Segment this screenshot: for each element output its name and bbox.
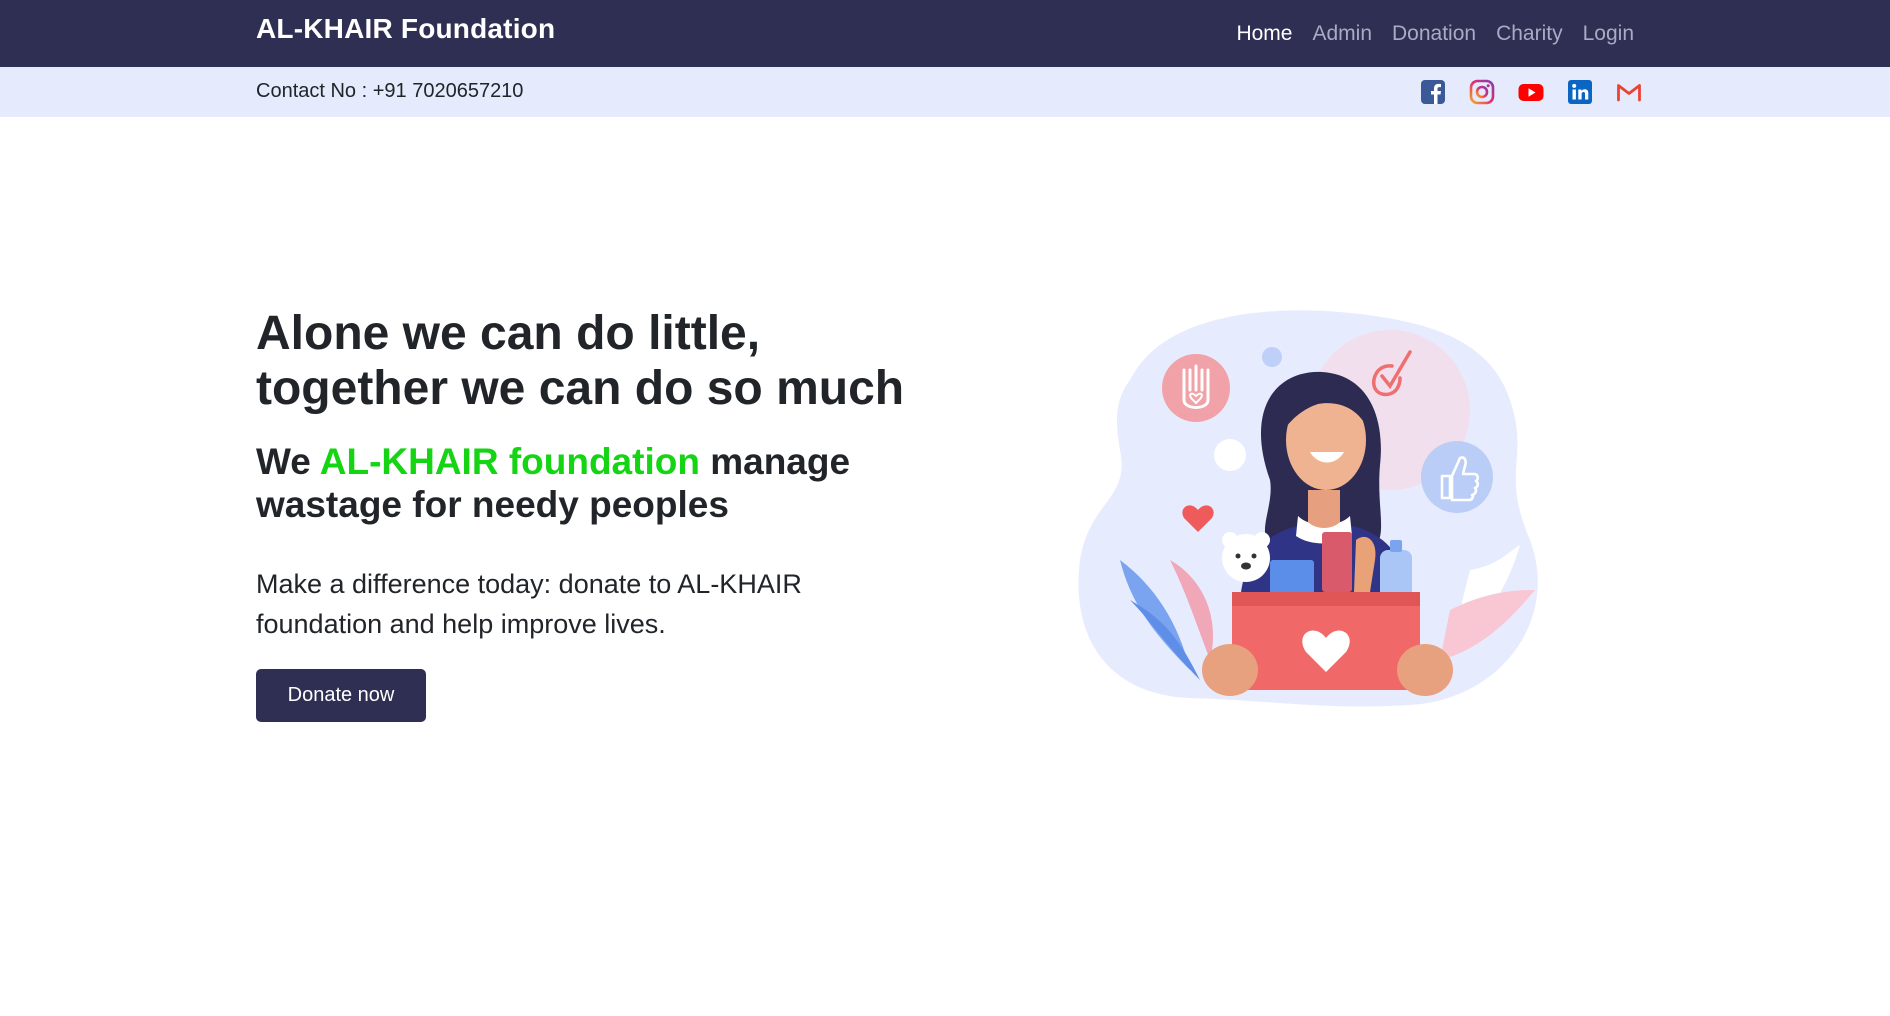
hero-subtitle-accent: AL-KHAIR foundation bbox=[319, 441, 700, 482]
nav-link-admin[interactable]: Admin bbox=[1312, 22, 1372, 46]
hero-title-line1: Alone we can do little, bbox=[256, 307, 761, 360]
hero-subtitle-prefix: We bbox=[256, 441, 320, 482]
nav-link-charity[interactable]: Charity bbox=[1496, 22, 1563, 46]
hero-subtitle: We AL-KHAIR foundation manage wastage fo… bbox=[256, 440, 976, 526]
charity-illustration bbox=[1078, 310, 1538, 707]
gmail-icon[interactable] bbox=[1616, 79, 1642, 105]
nav-links: Home Admin Donation Charity Login bbox=[1236, 0, 1634, 67]
nav-link-donation[interactable]: Donation bbox=[1392, 22, 1476, 46]
social-links bbox=[1420, 77, 1642, 107]
nav-link-login[interactable]: Login bbox=[1583, 22, 1634, 46]
brand-logo-text[interactable]: AL-KHAIR Foundation bbox=[256, 13, 555, 45]
contact-bar: Contact No : +91 7020657210 bbox=[0, 67, 1890, 117]
instagram-icon[interactable] bbox=[1469, 79, 1495, 105]
hero-title: Alone we can do little, together we can … bbox=[256, 306, 976, 416]
donate-now-button[interactable]: Donate now bbox=[256, 669, 426, 722]
contact-number: Contact No : +91 7020657210 bbox=[256, 80, 524, 102]
hero-description: Make a difference today: donate to AL-KH… bbox=[256, 569, 802, 639]
facebook-icon[interactable] bbox=[1420, 79, 1446, 105]
youtube-icon[interactable] bbox=[1518, 79, 1544, 105]
hero-title-line2: together we can do so much bbox=[256, 362, 905, 415]
top-navbar: AL-KHAIR Foundation Home Admin Donation … bbox=[0, 0, 1890, 67]
linkedin-icon[interactable] bbox=[1567, 79, 1593, 105]
nav-link-home[interactable]: Home bbox=[1236, 22, 1292, 46]
